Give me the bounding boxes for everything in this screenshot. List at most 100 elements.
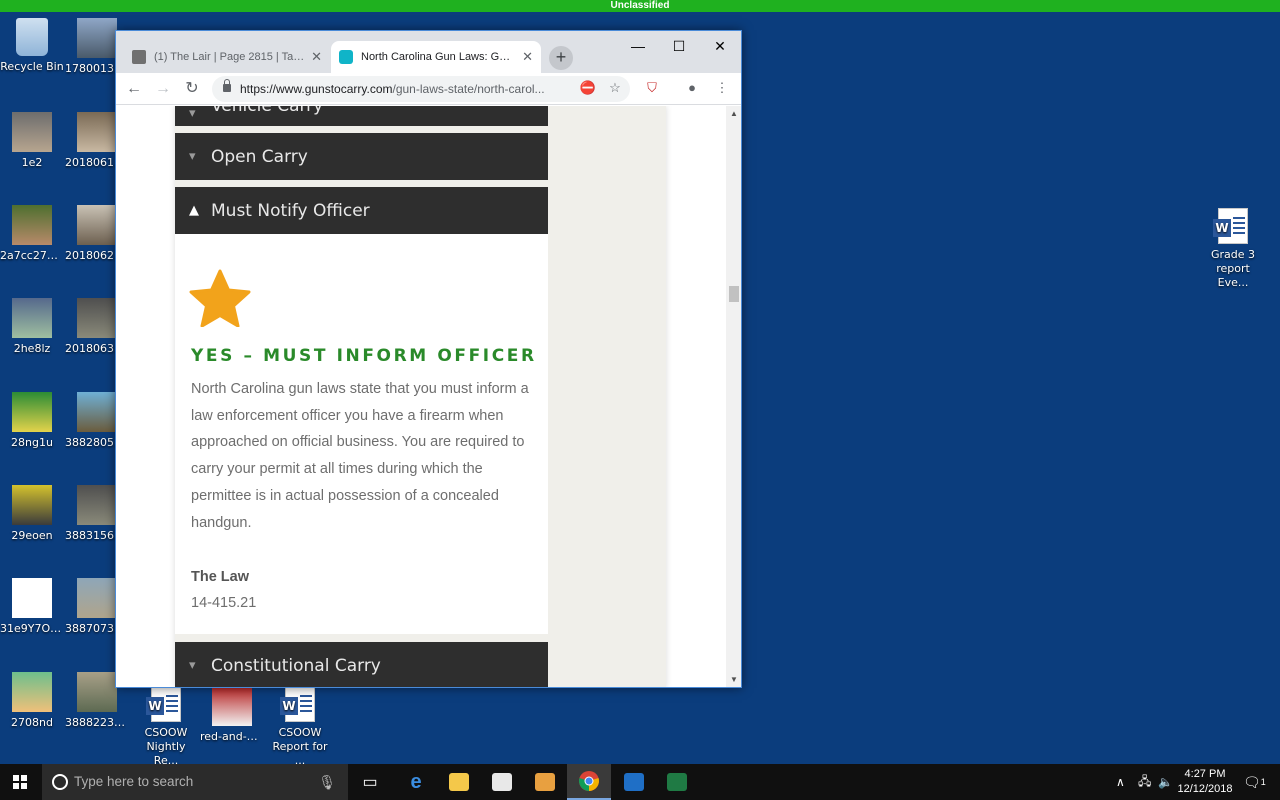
chrome-logo-icon [579,771,599,791]
notification-center-icon[interactable]: 🗨 1 [1243,764,1266,800]
desktop-icon-recycle-bin[interactable]: Recycle Bin [0,18,64,74]
accordion-title: Vehicle Carry [211,106,324,116]
microphone-icon[interactable]: 🎙 [318,764,336,800]
desktop-icon[interactable]: 2708nd [0,672,64,730]
maximize-button[interactable]: ☐ [659,35,699,57]
photo-icon [12,205,52,245]
photo-icon [77,205,117,245]
tab-title: North Carolina Gun Laws: Get Th [361,51,517,63]
url-host: https://www.gunstocarry.com [240,82,393,96]
desktop-icon[interactable]: W CSOOW Report for ... [266,686,334,768]
cortana-icon [52,774,68,790]
desktop-icon-label: 2a7cc279-a... [0,249,64,262]
clock-time: 4:27 PM [1184,768,1226,780]
desktop-icon[interactable]: 1e2 [0,112,64,170]
desktop-icon-grade-3-report[interactable]: W Grade 3 report Eve... [1200,208,1266,290]
recycle-bin-icon [16,18,48,56]
accordion-title: Constitutional Carry [211,655,381,676]
desktop-icon-label: CSOOW Report for ... [272,726,328,767]
desktop-icon-label: 31e9Y7Ob5... [0,622,64,635]
photo-icon [77,578,117,618]
scroll-up-icon[interactable]: ▲ [726,106,741,122]
desktop-icon[interactable]: 28ng1u [0,392,64,450]
star-icon [189,269,251,327]
excel-icon[interactable] [655,764,699,800]
word-document-icon: W [1213,208,1248,244]
classification-banner: Unclassified [0,0,1280,12]
photo-icon [77,298,117,338]
mcafee-extension-icon[interactable]: ⛉ [642,78,662,98]
store-icon[interactable] [480,764,524,800]
notification-count: 1 [1260,777,1266,787]
photo-icon [12,298,52,338]
law-statute-link[interactable]: 14-415.21 [191,595,256,611]
taskbar: Type here to search 🎙 ▭ e ∧ 🖧 🔈 4:27 PM … [0,764,1280,800]
page-scrollbar[interactable]: ▲ ▼ [726,106,741,687]
photo-icon [12,672,52,712]
close-icon[interactable]: ✕ [522,49,533,65]
desktop-icon[interactable]: W CSOOW Nightly Re... [134,686,198,768]
blocked-content-icon[interactable]: ⛔ [578,78,598,98]
menu-kebab-icon[interactable]: ⋮ [712,78,732,98]
chrome-icon[interactable] [567,764,611,800]
browser-window: (1) The Lair | Page 2815 | Tacoma ✕ Nort… [115,30,742,688]
taskbar-clock[interactable]: 4:27 PM 12/12/2018 [1170,767,1240,797]
photo-icon [77,485,117,525]
image-icon [12,578,52,618]
desktop-icon-label: CSOOW Nightly Re... [144,726,188,767]
chevron-down-icon: ▾ [189,149,196,164]
forward-arrow-icon[interactable]: → [152,78,174,100]
tab-the-lair[interactable]: (1) The Lair | Page 2815 | Tacoma ✕ [124,41,330,73]
desktop-icon[interactable]: 29eoen [0,485,64,543]
url-path: /gun-laws-state/north-carol... [392,82,545,96]
edge-icon[interactable]: e [394,764,438,800]
desktop-icon[interactable]: 2a7cc279-a... [0,205,64,263]
photo-icon [77,18,117,58]
profile-icon[interactable]: ● [682,78,702,98]
word-document-icon: W [146,686,181,722]
photo-icon [12,112,52,152]
lock-icon [223,79,231,92]
bookmark-star-icon[interactable]: ☆ [605,78,625,98]
desktop-icon-label: Grade 3 report Eve... [1210,248,1256,289]
task-view-icon[interactable]: ▭ [348,764,392,800]
close-window-button[interactable]: ✕ [700,35,740,57]
address-bar[interactable]: https://www.gunstocarry.com/gun-laws-sta… [212,76,630,102]
accordion-open-carry[interactable]: ▾ Open Carry [175,133,548,180]
chevron-up-icon: ▲ [189,203,199,218]
tab-title: (1) The Lair | Page 2815 | Tacoma [154,51,306,63]
desktop-icon-label: 1e2 [21,156,43,169]
desktop-icon-label: 38882238_3... [65,716,129,729]
accordion-vehicle-carry[interactable]: ▾ Vehicle Carry [175,106,548,126]
search-placeholder: Type here to search [74,774,194,789]
file-explorer-icon[interactable] [437,764,481,800]
scroll-down-icon[interactable]: ▼ [726,672,741,687]
show-hidden-icons-icon[interactable]: ∧ [1116,764,1125,800]
desktop-icon-label: 29eoen [11,529,53,542]
photo-icon [12,392,52,432]
tab-north-carolina-gun-laws[interactable]: North Carolina Gun Laws: Get Th ✕ [331,41,541,73]
media-player-icon[interactable] [523,764,567,800]
desktop-icon-label: 2708nd [11,716,53,729]
accordion-constitutional-carry[interactable]: ▾ Constitutional Carry [175,642,548,687]
favicon-icon [339,50,353,64]
favicon-icon [132,50,146,64]
accordion-title: Open Carry [211,146,308,167]
accordion-must-notify-officer[interactable]: ▲ Must Notify Officer [175,187,548,234]
desktop-icon[interactable]: red-and-bl... [200,686,264,744]
accordion-title: Must Notify Officer [211,200,370,221]
desktop-icon[interactable]: 31e9Y7Ob5... [0,578,64,636]
network-icon[interactable]: 🖧 [1138,764,1151,800]
outlook-icon[interactable] [612,764,656,800]
start-button[interactable] [0,764,42,800]
new-tab-button[interactable]: + [549,46,573,70]
desktop-icon[interactable]: 2he8lz [0,298,64,356]
scrollbar-thumb[interactable] [729,286,739,302]
reload-icon[interactable]: ↻ [181,78,203,100]
back-arrow-icon[interactable]: ← [123,78,145,100]
desktop-icon-label: red-and-bl... [200,730,264,743]
close-icon[interactable]: ✕ [311,49,322,65]
minimize-button[interactable]: — [618,35,658,57]
taskbar-search-box[interactable]: Type here to search 🎙 [42,764,348,800]
chevron-down-icon: ▾ [189,658,196,673]
